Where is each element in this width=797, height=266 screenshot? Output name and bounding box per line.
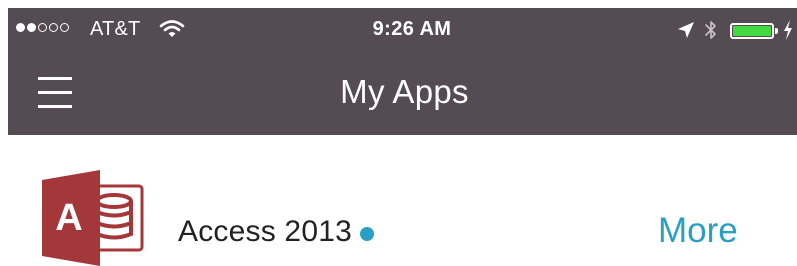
navigation-bar: My Apps <box>8 54 797 135</box>
status-time: 9:26 AM <box>372 18 452 40</box>
signal-dot <box>60 23 69 32</box>
access-icon-letter: A <box>55 197 82 239</box>
hamburger-menu-icon <box>38 91 72 94</box>
top-bar: AT&T 9:26 AM My Apps <box>8 8 797 135</box>
charging-bolt-icon <box>784 20 792 40</box>
signal-strength-icon <box>16 23 69 32</box>
hamburger-menu-icon <box>38 77 72 80</box>
app-screen: AT&T 9:26 AM My Apps A Access 2013 More <box>8 8 797 266</box>
carrier-name: AT&T <box>90 18 141 40</box>
signal-dot <box>16 23 25 32</box>
hamburger-menu-button[interactable] <box>38 73 72 113</box>
signal-dot <box>49 23 58 32</box>
wifi-icon <box>159 20 185 37</box>
bluetooth-icon <box>705 21 716 39</box>
app-name: Access 2013 <box>178 215 352 248</box>
access-app-icon: A <box>42 170 144 266</box>
location-arrow-icon <box>678 22 694 38</box>
signal-dot <box>27 23 36 32</box>
battery-level <box>733 26 771 36</box>
signal-dot <box>38 23 47 32</box>
more-button[interactable]: More <box>658 211 738 251</box>
battery-cap <box>775 28 778 34</box>
battery-icon <box>730 23 774 39</box>
app-list-item[interactable]: A Access 2013 More <box>8 135 797 266</box>
update-indicator-dot <box>360 227 374 241</box>
status-bar: AT&T 9:26 AM <box>8 8 797 54</box>
page-title: My Apps <box>340 73 469 110</box>
hamburger-menu-icon <box>38 105 72 108</box>
